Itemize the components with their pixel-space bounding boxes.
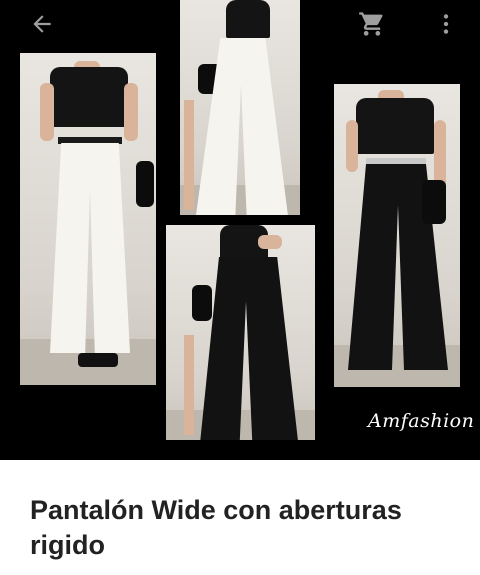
brand-watermark: Amfashion bbox=[368, 410, 475, 432]
shopping-cart-icon bbox=[359, 12, 383, 36]
product-title: Pantalón Wide con aberturas rigido bbox=[30, 495, 402, 560]
product-photo-black-back bbox=[166, 225, 315, 440]
product-photo-white-front bbox=[20, 53, 156, 385]
more-options-button[interactable] bbox=[430, 8, 462, 40]
back-button[interactable] bbox=[26, 8, 58, 40]
back-arrow-icon bbox=[33, 15, 51, 33]
product-photo-black-front bbox=[334, 84, 460, 387]
more-vertical-icon bbox=[443, 14, 449, 34]
cart-button[interactable] bbox=[356, 8, 388, 40]
product-image-gallery[interactable]: Amfashion bbox=[0, 0, 480, 460]
product-photo-white-back bbox=[180, 0, 300, 215]
